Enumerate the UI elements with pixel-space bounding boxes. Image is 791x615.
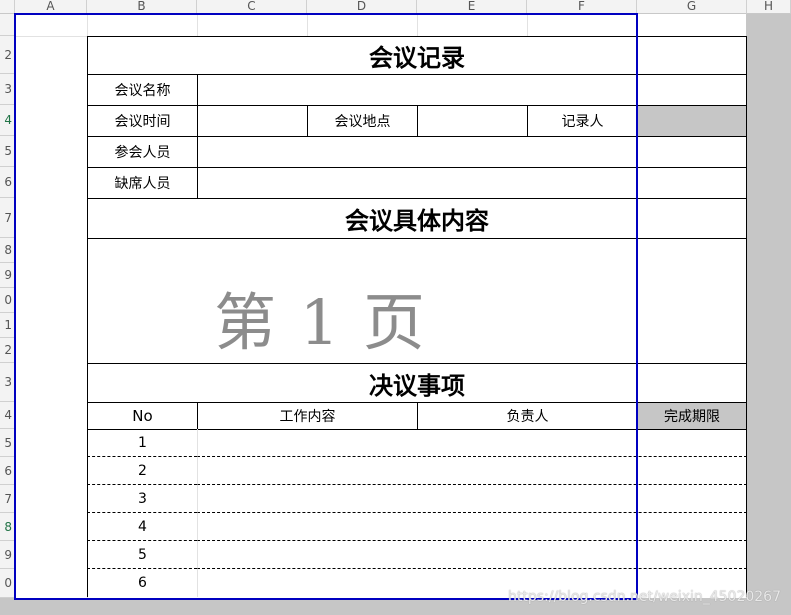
gridline	[637, 14, 638, 36]
row-header-20[interactable]: 0	[0, 569, 15, 598]
recorder-label[interactable]: 记录人	[527, 105, 638, 137]
table-row-no[interactable]: 5	[87, 541, 197, 569]
row-header-2[interactable]: 2	[0, 36, 15, 74]
row-header-11[interactable]: 1	[0, 313, 15, 338]
absentees-label[interactable]: 缺席人员	[87, 167, 198, 199]
row-header[interactable]	[0, 14, 15, 36]
table-row-no[interactable]: 3	[87, 485, 197, 513]
gridline	[197, 14, 198, 36]
gridline	[417, 14, 418, 36]
table-row-no[interactable]: 1	[87, 429, 197, 457]
column-header-a[interactable]: A	[15, 0, 87, 14]
attendees-field[interactable]	[197, 136, 747, 168]
row-header-12[interactable]: 2	[0, 338, 15, 363]
column-header-d[interactable]: D	[307, 0, 417, 14]
meeting-place-label[interactable]: 会议地点	[307, 105, 418, 137]
gridline	[527, 14, 528, 36]
row-header-19[interactable]: 9	[0, 541, 15, 569]
meeting-name-field[interactable]	[197, 74, 747, 106]
page-number-watermark: 第 1 页	[214, 286, 427, 359]
column-header-h[interactable]: H	[747, 0, 791, 14]
attendees-label[interactable]: 参会人员	[87, 136, 198, 168]
table-row[interactable]	[197, 485, 747, 513]
row-header-16[interactable]: 6	[0, 457, 15, 485]
column-header-g[interactable]: G	[637, 0, 747, 14]
resolutions-heading[interactable]: 决议事项	[87, 363, 747, 403]
header-work-content[interactable]: 工作内容	[197, 402, 418, 430]
table-row-no[interactable]: 2	[87, 457, 197, 485]
row-header-17[interactable]: 7	[0, 485, 15, 513]
table-row[interactable]	[197, 513, 747, 541]
column-header-b[interactable]: B	[87, 0, 197, 14]
table-row-no[interactable]: 6	[87, 569, 197, 597]
url-watermark: https://blog.csdn.net/weixin_45020267	[507, 589, 781, 605]
column-header-f[interactable]: F	[527, 0, 637, 14]
row-header-4[interactable]: 4	[0, 105, 15, 136]
meeting-time-label[interactable]: 会议时间	[87, 105, 198, 137]
row-header-14[interactable]: 4	[0, 402, 15, 429]
form-title[interactable]: 会议记录	[87, 36, 747, 75]
column-header-e[interactable]: E	[417, 0, 527, 14]
row-header-10[interactable]: 0	[0, 288, 15, 313]
row-header-13[interactable]: 3	[0, 363, 15, 402]
header-owner[interactable]: 负责人	[417, 402, 638, 430]
table-row[interactable]	[197, 429, 747, 457]
row-header-3[interactable]: 3	[0, 74, 15, 105]
absentees-field[interactable]	[197, 167, 747, 199]
table-row[interactable]	[197, 457, 747, 485]
row-header-9[interactable]: 9	[0, 263, 15, 288]
row-header-18[interactable]: 8	[0, 513, 15, 541]
row-header-15[interactable]: 5	[0, 429, 15, 457]
gridline	[307, 14, 308, 36]
table-row[interactable]	[197, 541, 747, 569]
meeting-time-field[interactable]	[197, 105, 308, 137]
row-header-7[interactable]: 7	[0, 198, 15, 238]
header-no[interactable]: No	[87, 402, 198, 430]
row-header-5[interactable]: 5	[0, 136, 15, 167]
meeting-place-field[interactable]	[417, 105, 528, 137]
meeting-name-label[interactable]: 会议名称	[87, 74, 198, 106]
corner-cell[interactable]	[0, 0, 15, 14]
recorder-field[interactable]	[637, 105, 747, 137]
row-header-8[interactable]: 8	[0, 238, 15, 263]
table-row-no[interactable]: 4	[87, 513, 197, 541]
column-header-c[interactable]: C	[197, 0, 307, 14]
content-heading[interactable]: 会议具体内容	[87, 198, 747, 239]
row-header-6[interactable]: 6	[0, 167, 15, 198]
header-deadline[interactable]: 完成期限	[637, 402, 747, 430]
